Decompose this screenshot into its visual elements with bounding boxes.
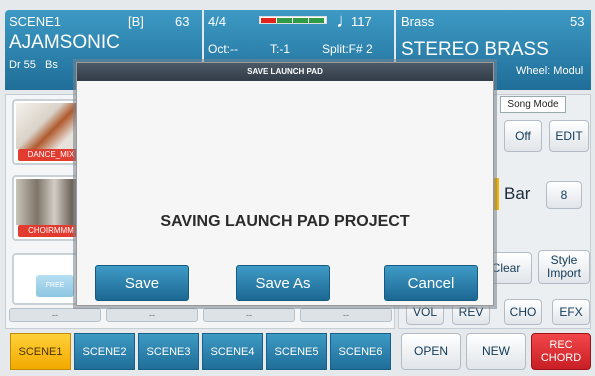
tab-scene5[interactable]: SCENE5 — [266, 333, 327, 370]
scene-number: 63 — [175, 14, 190, 29]
pad-label: FREE — [36, 275, 74, 297]
tab-scene3[interactable]: SCENE3 — [138, 333, 199, 370]
efx-button[interactable]: EFX — [552, 299, 590, 325]
song-mode-off-button[interactable]: Off — [504, 120, 542, 152]
cho-button[interactable]: CHO — [504, 299, 542, 325]
pad-label: CHOIRMMM — [18, 225, 84, 237]
scene-name: SCENE1 — [9, 14, 62, 29]
bar-label: Bar — [504, 184, 531, 203]
beat-led — [277, 18, 292, 23]
style-import-button[interactable]: Style Import — [538, 250, 590, 284]
dialog-message: SAVING LAUNCH PAD PROJECT — [160, 213, 410, 230]
wheel-assign: Wheel: Modul — [516, 65, 584, 77]
octave-value: Oct:-- — [208, 42, 238, 56]
bank-label: [B] — [128, 14, 144, 29]
new-button[interactable]: NEW — [466, 333, 526, 370]
edit-button[interactable]: EDIT — [549, 120, 589, 152]
beat-indicator — [259, 16, 327, 24]
empty-slot[interactable]: -- — [106, 308, 198, 322]
sound-category: Brass — [401, 14, 435, 29]
dialog-title: SAVE LAUNCH PAD — [77, 63, 493, 81]
transpose-value: T:-1 — [270, 42, 291, 56]
empty-slot[interactable]: -- — [203, 308, 295, 322]
pad-label: DANCE_MIX — [18, 149, 84, 161]
beat-led — [261, 18, 276, 23]
beat-led — [293, 18, 308, 23]
cancel-button[interactable]: Cancel — [384, 265, 478, 301]
beat-led — [309, 18, 324, 23]
empty-slot[interactable]: -- — [9, 308, 101, 322]
launch-pad-screen: SCENE1 [B] 63 AJAMSONIC Dr 55 Bs 4/4 ♩ 1… — [0, 0, 595, 376]
bar-value-field[interactable]: 8 — [546, 181, 582, 209]
save-dialog: SAVE LAUNCH PAD SAVING LAUNCH PAD PROJEC… — [76, 62, 494, 306]
save-button[interactable]: Save — [95, 265, 189, 301]
project-name: AJAMSONIC — [9, 32, 120, 53]
time-signature: 4/4 — [208, 14, 227, 29]
tab-scene1[interactable]: SCENE1 — [10, 333, 71, 370]
bar-marker — [494, 178, 499, 210]
bass-value: Bs — [45, 59, 58, 71]
tab-scene2[interactable]: SCENE2 — [74, 333, 135, 370]
rec-chord-button[interactable]: REC CHORD — [531, 333, 591, 370]
song-mode-tooltip: Song Mode — [500, 96, 566, 113]
tab-scene4[interactable]: SCENE4 — [202, 333, 263, 370]
sound-number: 53 — [570, 14, 585, 29]
drum-value: Dr 55 — [9, 59, 36, 71]
save-as-button[interactable]: Save As — [236, 265, 330, 301]
open-button[interactable]: OPEN — [401, 333, 461, 370]
empty-slot[interactable]: -- — [300, 308, 392, 322]
split-value: Split:F# 2 — [322, 42, 373, 56]
sound-name: STEREO BRASS — [401, 39, 549, 60]
tab-scene6[interactable]: SCENE6 — [330, 333, 391, 370]
tempo-value: 117 — [351, 14, 372, 29]
